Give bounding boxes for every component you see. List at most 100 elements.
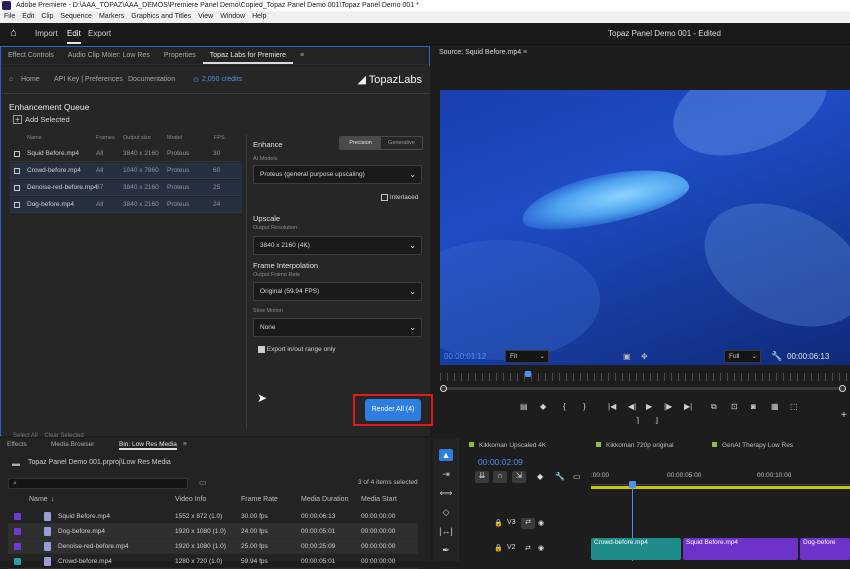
go-to-out-icon[interactable]: ▶| (684, 402, 692, 411)
nav-export[interactable]: Export (88, 29, 111, 38)
button-editor-icon[interactable]: ▦ (771, 402, 779, 411)
output-frame-rate-select[interactable]: Original (59.94 FPS) ⌄ (253, 282, 422, 301)
sequence-tab[interactable]: Kikkoman 720p original (596, 442, 674, 449)
menu-markers[interactable]: Markers (99, 11, 124, 23)
project-search-input[interactable]: ⌕ (8, 478, 188, 489)
lift-icon[interactable]: ⌉ (636, 416, 639, 425)
mode-precision[interactable]: Precision (340, 137, 381, 149)
tab-audio-clip-mixer[interactable]: Audio Clip Mixer: Low Res (61, 47, 157, 64)
step-back-icon[interactable]: ◀| (628, 402, 636, 411)
tab-bin-low-res[interactable]: Bin: Low Res Media (119, 441, 177, 450)
ripple-edit-tool-icon[interactable]: ⟺ (439, 487, 453, 499)
menu-view[interactable]: View (198, 11, 213, 23)
home-icon[interactable]: ⌂ (10, 28, 22, 39)
slow-motion-select[interactable]: None ⌄ (253, 318, 422, 337)
panel-menu-icon[interactable]: ≡ (523, 49, 527, 56)
label-swatch[interactable] (14, 528, 21, 535)
col-frame-rate[interactable]: Frame Rate (241, 496, 278, 503)
fit-dropdown[interactable]: Fit ⌄ (505, 350, 549, 363)
export-range-checkbox[interactable] (258, 346, 265, 353)
tab-media-browser[interactable]: Media Browser (51, 441, 94, 448)
ai-model-select[interactable]: Proteus (general purpose upscaling) ⌄ (253, 165, 422, 184)
mark-in-icon[interactable]: { (563, 402, 566, 411)
col-media-duration[interactable]: Media Duration (301, 496, 348, 503)
nav-edit[interactable]: Edit (67, 29, 81, 38)
sync-lock-icon[interactable]: ⇄ (521, 518, 535, 529)
menu-graphics-titles[interactable]: Graphics and Titles (131, 11, 191, 23)
project-row[interactable]: Denoise-red-before.mp4 1920 x 1080 (1.0)… (8, 539, 418, 554)
queue-row[interactable]: Dog-before.mp4 All 3840 x 2160 Proteus 2… (10, 197, 242, 213)
camera-icon[interactable]: ◙ (751, 402, 756, 411)
marker-icon[interactable]: ◆ (540, 402, 546, 411)
queue-row[interactable]: Denoise-red-before.mp4 67 3840 x 2160 Pr… (10, 180, 242, 196)
export-frame-icon[interactable]: ⬚ (790, 402, 798, 411)
source-timecode-in[interactable]: 00:00:01:12 (444, 352, 486, 361)
link-home[interactable]: Home (21, 76, 40, 83)
tab-effects[interactable]: Effects (7, 441, 27, 448)
selection-tool-icon[interactable]: ▲ (439, 449, 453, 461)
drag-handle-icon[interactable]: ✥ (641, 352, 648, 361)
queue-row[interactable]: Squid Before.mp4 All 3840 x 2160 Proteus… (10, 146, 242, 162)
nest-icon[interactable]: ⇊ (475, 471, 489, 483)
link-documentation[interactable]: Documentation (128, 76, 175, 83)
row-checkbox[interactable] (14, 202, 20, 208)
label-swatch[interactable] (14, 558, 21, 565)
timeline-playhead[interactable] (629, 481, 636, 488)
sequence-tab[interactable]: Kikkoman Upscaled 4K (469, 442, 546, 449)
panel-menu-icon[interactable]: ≡ (183, 441, 187, 448)
source-tab[interactable]: Source: Squid Before.mp4 (439, 49, 521, 56)
settings-icon[interactable]: ▣ (623, 352, 631, 361)
overwrite-clip-icon[interactable]: ⊡ (731, 402, 738, 411)
menu-clip[interactable]: Clip (41, 11, 53, 23)
timeline-clip[interactable]: Squid Before.mp4 (683, 538, 798, 560)
nav-import[interactable]: Import (35, 29, 58, 38)
export-range-option[interactable]: Export in/out range only (258, 346, 335, 353)
zoom-scrollbar[interactable] (441, 387, 845, 390)
track-label[interactable]: V2 (507, 544, 516, 551)
scroll-start-handle[interactable] (440, 385, 447, 392)
timeline-timecode[interactable]: 00:00:02:09 (478, 457, 523, 467)
add-selected-button[interactable]: + Add Selected (13, 115, 70, 124)
snap-icon[interactable]: ∩ (493, 471, 507, 483)
playhead[interactable] (525, 371, 531, 377)
captions-icon[interactable]: ▭ (573, 472, 581, 481)
add-button-icon[interactable]: + (841, 410, 847, 421)
menu-file[interactable]: File (4, 11, 15, 23)
row-checkbox[interactable] (14, 185, 20, 191)
extract-icon[interactable]: ⌋ (655, 416, 658, 425)
menu-help[interactable]: Help (252, 11, 266, 23)
timeline-clip[interactable]: Dog-before (800, 538, 850, 560)
razor-tool-icon[interactable]: ◇ (439, 506, 453, 518)
track-label[interactable]: V3 (507, 519, 516, 526)
label-swatch[interactable] (14, 543, 21, 550)
scroll-end-handle[interactable] (839, 385, 846, 392)
go-to-in-icon[interactable]: |◀ (608, 402, 616, 411)
menu-window[interactable]: Window (220, 11, 245, 23)
slip-tool-icon[interactable]: |↔| (439, 525, 453, 537)
eye-icon[interactable]: ◉ (538, 544, 544, 552)
video-preview[interactable] (440, 90, 850, 365)
menu-sequence[interactable]: Sequence (60, 11, 92, 23)
interlaced-checkbox[interactable] (381, 194, 388, 201)
tab-topaz-labs[interactable]: Topaz Labs for Premiere (202, 47, 294, 64)
quality-dropdown[interactable]: Full ⌄ (724, 350, 761, 363)
queue-row[interactable]: Crowd-before.mp4 All 1040 x 7860 Proteus… (10, 163, 242, 179)
add-marker-icon[interactable]: ◆ (537, 472, 543, 481)
eye-hidden-icon[interactable]: ◉ (538, 519, 544, 527)
source-ruler[interactable] (440, 373, 850, 381)
play-icon[interactable]: ▶ (646, 402, 652, 411)
timeline-clip[interactable]: Crowd-before.mp4 (591, 538, 681, 560)
pen-tool-icon[interactable]: ✒ (439, 544, 453, 556)
sequence-tab[interactable]: GenAI Therapy Low Res (712, 442, 793, 449)
menu-edit[interactable]: Edit (22, 11, 34, 23)
render-all-button[interactable]: Render All (4) (365, 399, 421, 421)
interlaced-option[interactable]: Interlaced (381, 194, 418, 201)
lock-icon[interactable]: 🔒 (494, 519, 503, 527)
label-swatch[interactable] (14, 513, 21, 520)
col-media-start[interactable]: Media Start (361, 496, 397, 503)
new-bin-icon[interactable]: ▭ (199, 478, 207, 487)
wrench-icon[interactable]: 🔧 (771, 351, 782, 362)
col-name[interactable]: Name (29, 496, 48, 503)
row-checkbox[interactable] (14, 151, 20, 157)
panel-menu-icon[interactable]: ≡ (293, 47, 311, 64)
